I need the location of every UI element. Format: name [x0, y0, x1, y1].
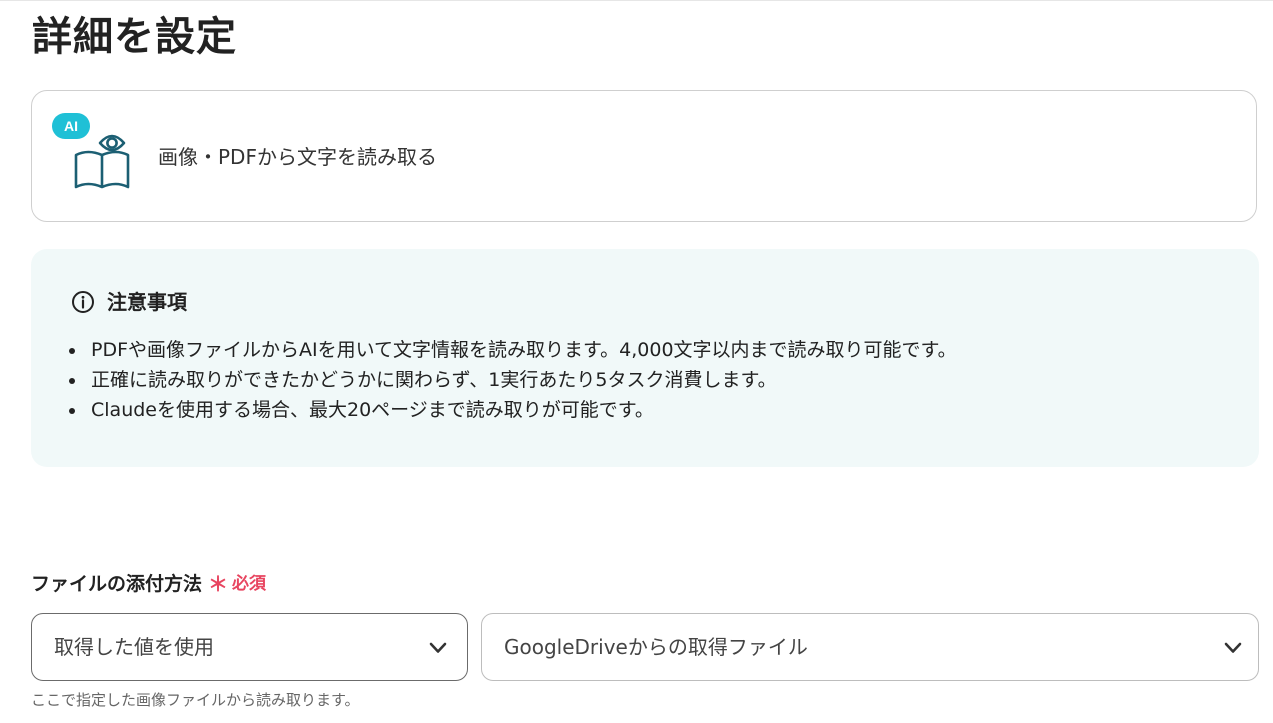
notice-box: 注意事項 PDFや画像ファイルからAIを用いて文字情報を読み取ります。4,000… — [31, 249, 1259, 467]
ai-badge: AI — [52, 113, 90, 139]
chevron-down-icon — [429, 642, 447, 653]
field-help-text: ここで指定した画像ファイルから読み取ります。 — [31, 691, 360, 709]
action-card[interactable]: AI 画像・PDFから文字を読み取る — [31, 90, 1257, 222]
info-icon — [72, 291, 94, 313]
notice-list: PDFや画像ファイルからAIを用いて文字情報を読み取ります。4,000文字以内ま… — [69, 335, 957, 425]
file-source-select[interactable]: GoogleDriveからの取得ファイル — [481, 613, 1259, 681]
notice-header: 注意事項 — [71, 289, 187, 315]
attach-method-label-row: ファイルの添付方法 ＊ 必須 — [31, 570, 266, 598]
chevron-down-icon — [1224, 642, 1242, 653]
notice-item: PDFや画像ファイルからAIを用いて文字情報を読み取ります。4,000文字以内ま… — [69, 335, 957, 365]
file-source-value: GoogleDriveからの取得ファイル — [504, 635, 808, 659]
action-label: 画像・PDFから文字を読み取る — [158, 145, 437, 169]
notice-title: 注意事項 — [107, 290, 187, 314]
required-text: 必須 — [232, 574, 267, 594]
required-asterisk: ＊ — [208, 572, 229, 596]
attach-method-select[interactable]: 取得した値を使用 — [31, 613, 468, 681]
notice-item: 正確に読み取りができたかどうかに関わらず、1実行あたり5タスク消費します。 — [69, 365, 957, 395]
notice-item: Claudeを使用する場合、最大20ページまで読み取りが可能です。 — [69, 395, 957, 425]
attach-method-value: 取得した値を使用 — [54, 635, 214, 659]
page-title: 詳細を設定 — [32, 14, 237, 60]
attach-method-label: ファイルの添付方法 — [31, 573, 203, 595]
top-divider — [0, 0, 1273, 1]
action-icon: AI — [52, 111, 132, 191]
